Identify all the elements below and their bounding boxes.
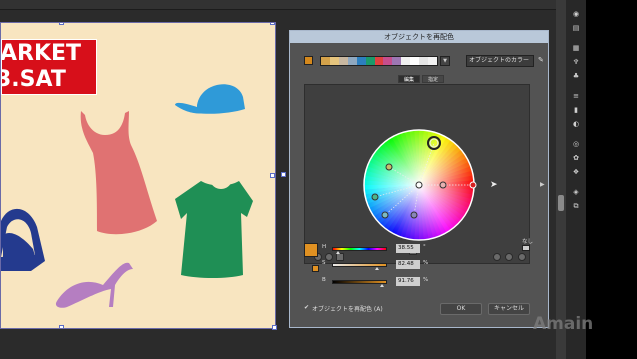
color-strip-swatch[interactable]	[383, 57, 393, 65]
vertical-scrollbar[interactable]	[556, 0, 566, 359]
object-colors-dropdown[interactable]: オブジェクトのカラー	[466, 55, 534, 67]
color-group-row: ▼ オブジェクトのカラー ✎	[304, 55, 544, 67]
color-strip-swatch[interactable]	[329, 57, 339, 65]
color-strip-swatch[interactable]	[365, 57, 375, 65]
saturation-label: S	[322, 260, 326, 266]
brightness-unit: %	[423, 277, 429, 283]
chevron-right-icon[interactable]: ▶	[540, 181, 545, 188]
appearance-icon[interactable]: ◎	[571, 140, 581, 148]
hue-slider-row: H 38.55 °	[322, 244, 482, 254]
remove-color-tool-icon[interactable]	[505, 253, 513, 261]
dialog-title[interactable]: オブジェクトを再配色	[290, 31, 548, 43]
brightness-slider-track[interactable]	[332, 280, 387, 284]
unlink-harmony-icon[interactable]	[518, 253, 526, 261]
color-strip-swatch[interactable]	[419, 57, 429, 65]
tshirt-illustration[interactable]	[175, 181, 253, 278]
color-strip-swatch[interactable]	[356, 57, 366, 65]
brush-icon[interactable]: ♆	[571, 58, 581, 66]
hue-label: H	[322, 244, 327, 250]
artboard[interactable]: ARKET 3.SAT	[0, 22, 276, 329]
saturation-unit: %	[423, 260, 429, 266]
hue-unit: °	[423, 244, 426, 250]
color-wheel-panel	[304, 84, 530, 264]
eyedropper-icon[interactable]: ✎	[538, 56, 544, 64]
selection-handle[interactable]	[270, 23, 275, 25]
selection-handle[interactable]	[59, 23, 64, 25]
add-color-tool-icon[interactable]	[493, 253, 501, 261]
none-label: なし	[522, 239, 534, 245]
artboards-icon[interactable]: ⧉	[571, 202, 581, 210]
tank-top-illustration[interactable]	[80, 111, 157, 235]
saturation-slider-thumb[interactable]	[375, 267, 380, 270]
color-strip-swatch[interactable]	[338, 57, 348, 65]
stroke-icon[interactable]: ≡	[571, 92, 581, 100]
symbols-icon[interactable]: ❖	[571, 168, 581, 176]
recolor-checkbox-label: オブジェクトを再配色 (A)	[312, 306, 383, 313]
gradient-icon[interactable]: ▮	[571, 106, 581, 114]
tab-assign[interactable]: 指定	[422, 75, 445, 83]
recolor-artwork-dialog: オブジェクトを再配色 ▼ オブジェクトのカラー ✎ 編集 指定 ▶ H 38.5…	[289, 30, 549, 328]
cap-illustration[interactable]	[175, 84, 245, 114]
scrollbar-thumb[interactable]	[558, 195, 564, 211]
brightness-slider-row: B 91.76 %	[322, 277, 482, 287]
watermark-logo: Amain	[533, 314, 594, 334]
color-strip-swatch[interactable]	[410, 57, 420, 65]
color-strip-swatch[interactable]	[392, 57, 402, 65]
current-color-swatch[interactable]	[304, 243, 318, 257]
brightness-value-field[interactable]: 91.76	[396, 277, 420, 286]
hue-slider-thumb[interactable]	[335, 251, 340, 254]
recolor-checkbox[interactable]: ✔	[304, 305, 310, 311]
selection-handle[interactable]	[59, 325, 64, 328]
current-colors-strip[interactable]	[320, 56, 438, 66]
color-strip-swatch[interactable]	[347, 57, 357, 65]
chevron-down-icon[interactable]: ▼	[440, 56, 450, 66]
selection-handle[interactable]	[272, 325, 277, 330]
active-color-swatch[interactable]	[304, 56, 313, 65]
color-strip-swatch[interactable]	[321, 57, 330, 65]
color-strip-swatch[interactable]	[428, 57, 437, 65]
bag-illustration[interactable]	[1, 208, 45, 271]
black-margin	[586, 0, 637, 359]
layers-icon[interactable]: ◈	[571, 188, 581, 196]
panel-dock	[566, 0, 586, 359]
graphic-styles-icon[interactable]: ✿	[571, 154, 581, 162]
club-icon[interactable]: ♣	[571, 72, 581, 80]
none-color-icon[interactable]	[522, 245, 530, 251]
sandal-illustration[interactable]	[55, 262, 133, 308]
ok-button[interactable]: OK	[440, 303, 482, 315]
hue-value-field[interactable]: 38.55	[396, 244, 420, 253]
saturation-value-field[interactable]: 82.48	[396, 260, 420, 269]
cancel-button[interactable]: キャンセル	[488, 303, 530, 315]
transparency-icon[interactable]: ◐	[571, 120, 581, 128]
hue-slider-track[interactable]	[332, 247, 387, 251]
top-bar	[0, 0, 637, 10]
color-strip-swatch[interactable]	[401, 57, 411, 65]
illustration-art	[1, 84, 253, 308]
tab-edit[interactable]: 編集	[398, 75, 421, 83]
mode-tabs: 編集 指定	[398, 75, 445, 83]
saturation-slider-row: S 82.48 %	[322, 260, 482, 270]
color-wheel-svg[interactable]	[305, 85, 531, 265]
document-icon[interactable]: ▤	[571, 24, 581, 32]
selection-handle[interactable]	[281, 172, 286, 177]
color-panel-icon[interactable]: ◉	[571, 10, 581, 18]
brightness-slider-thumb[interactable]	[380, 284, 385, 287]
selection-handle[interactable]	[270, 173, 275, 178]
brightness-label: B	[322, 277, 326, 283]
mouse-cursor: ➤	[490, 180, 498, 190]
color-strip-swatch[interactable]	[374, 57, 384, 65]
color-mode-swatch[interactable]	[312, 265, 319, 272]
grid-icon[interactable]: ▦	[571, 44, 581, 52]
